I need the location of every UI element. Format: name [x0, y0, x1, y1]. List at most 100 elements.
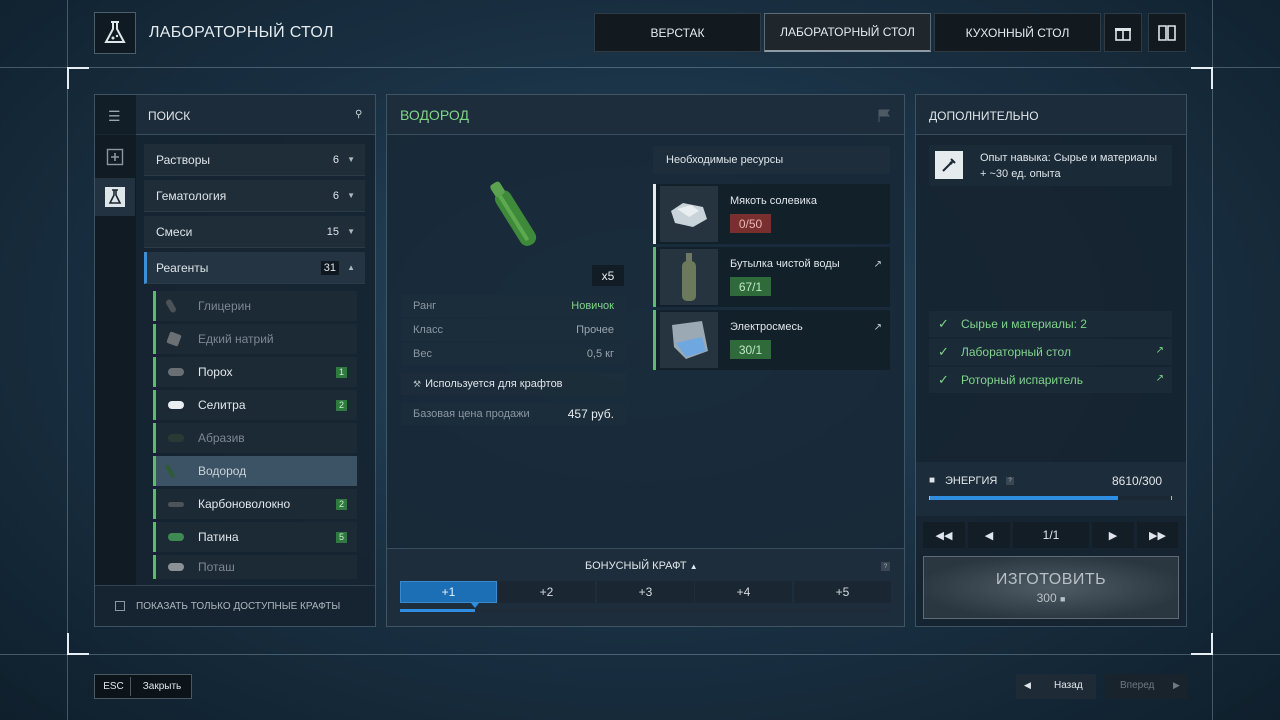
used-for-row[interactable]: ⚒ Используется для крафтов [401, 373, 626, 395]
category-count: 31 [320, 260, 339, 275]
list-item[interactable]: Абразив [153, 423, 357, 453]
frame-line-right [1212, 0, 1213, 720]
item-thumb-icon [168, 434, 184, 442]
help-icon[interactable]: ? [1006, 477, 1014, 485]
external-link-icon[interactable]: ↗ [1156, 345, 1164, 356]
tab-workbench[interactable]: ВЕРСТАК [594, 13, 761, 52]
category-label: Смеси [156, 224, 193, 239]
book-button[interactable] [1148, 13, 1186, 52]
resource-status-bar [653, 310, 656, 370]
bonus-craft-title[interactable]: БОНУСНЫЙ КРАФТ ▲ [585, 560, 698, 572]
resource-card[interactable]: Бутылка чистой воды ↗ 67/1 [653, 247, 890, 307]
resource-qty: 67/1 [730, 277, 771, 296]
resource-status-bar [653, 184, 656, 244]
craft-button[interactable]: ИЗГОТОВИТЬ 300 ■ [923, 556, 1179, 619]
bonus-option[interactable]: +3 [597, 581, 694, 603]
only-available-label: ПОКАЗАТЬ ТОЛЬКО ДОСТУПНЫЕ КРАФТЫ [136, 601, 341, 612]
tab-kitchen-table[interactable]: КУХОННЫЙ СТОЛ [934, 13, 1101, 52]
item-thumb-icon [168, 501, 184, 507]
chevron-down-icon: ▼ [347, 155, 355, 164]
item-label: Абразив [198, 431, 245, 445]
frame-corner [1191, 633, 1213, 655]
help-icon[interactable]: ? [881, 562, 890, 571]
resource-qty: 30/1 [730, 340, 771, 359]
frame-line-left [67, 0, 68, 720]
energy-bar-fill [930, 496, 1118, 500]
prop-value: 0,5 кг [586, 348, 614, 360]
chevron-left-icon: ◀ [984, 529, 994, 542]
chevron-right-icon: ▶ [1173, 680, 1180, 690]
item-label: Карбоноволокно [198, 497, 291, 511]
list-item[interactable]: Патина 5 [153, 522, 357, 552]
search-icon[interactable]: ⚲ [355, 109, 362, 120]
page-indicator: 1/1 [1013, 522, 1089, 548]
category-hematology[interactable]: Гематология 6 ▼ [144, 180, 365, 212]
prop-weight: Вес 0,5 кг [401, 343, 626, 365]
category-reagents[interactable]: Реагенты 31 ▲ [144, 252, 365, 284]
resource-status-bar [653, 247, 656, 307]
list-icon[interactable]: ☰ [108, 108, 121, 125]
bonus-option[interactable]: +4 [695, 581, 792, 603]
list-item[interactable]: Карбоноволокно 2 [153, 489, 357, 519]
additional-title: ДОПОЛНИТЕЛЬНО [929, 109, 1039, 123]
gift-button[interactable] [1104, 13, 1142, 52]
category-mixtures[interactable]: Смеси 15 ▼ [144, 216, 365, 248]
prev-page-button[interactable]: ◀ [968, 522, 1010, 548]
prop-class: Класс Прочее [401, 319, 626, 341]
requirement-row[interactable]: ✓ Лабораторный стол ↗ [929, 339, 1172, 365]
first-page-button[interactable]: ◀◀ [923, 522, 965, 548]
list-item[interactable]: Порох 1 [153, 357, 357, 387]
medkit-icon [106, 148, 124, 166]
item-label: Порох [198, 365, 233, 379]
item-thumb-icon [164, 298, 178, 314]
next-page-button[interactable]: ▶ [1092, 522, 1134, 548]
item-badge: 1 [336, 366, 347, 378]
external-link-icon[interactable]: ↗ [874, 259, 882, 270]
craft-cost: 300 [1036, 590, 1057, 605]
check-icon: ✓ [938, 344, 949, 359]
chevron-down-icon: ▼ [347, 227, 355, 236]
external-link-icon[interactable]: ↗ [1156, 373, 1164, 384]
resource-card[interactable]: Мякоть солевика 0/50 [653, 184, 890, 244]
external-link-icon[interactable]: ↗ [874, 322, 882, 333]
item-thumb-icon [166, 331, 182, 347]
skill-exp-line: Опыт навыка: Сырье и материалы [980, 152, 1157, 164]
item-label: Патина [198, 530, 239, 544]
bonus-option[interactable]: +1 [400, 581, 497, 603]
list-item[interactable]: Едкий натрий [153, 324, 357, 354]
close-label: Закрыть [142, 681, 182, 692]
resource-name: Электросмесь [730, 321, 803, 333]
energy-value: 8610/300 [1112, 474, 1163, 488]
side-tab-chemistry[interactable] [95, 178, 135, 216]
skill-exp-amount: + ~30 ед. опыта [980, 168, 1061, 180]
price-label: Базовая цена продажи [413, 408, 530, 420]
category-solutions[interactable]: Растворы 6 ▼ [144, 144, 365, 176]
requirement-row[interactable]: ✓ Роторный испаритель ↗ [929, 367, 1172, 393]
side-tab-medical[interactable] [95, 138, 135, 176]
frame-line-top [0, 67, 1280, 68]
bookmark-flag-icon[interactable] [877, 109, 891, 126]
tab-lab-table[interactable]: ЛАБОРАТОРНЫЙ СТОЛ [764, 13, 931, 52]
list-item[interactable]: Селитра 2 [153, 390, 357, 420]
list-item[interactable]: Поташ [153, 555, 357, 579]
item-thumb-icon [168, 368, 184, 376]
chemistry-icon [105, 187, 125, 207]
energy-icon: ■ [1059, 593, 1066, 604]
item-badge: 2 [336, 498, 347, 510]
list-item-selected[interactable]: Водород [153, 456, 357, 486]
list-item[interactable]: Глицерин [153, 291, 357, 321]
prop-key: Класс [413, 324, 443, 336]
skill-icon [935, 151, 963, 179]
resource-card[interactable]: Электросмесь ↗ 30/1 [653, 310, 890, 370]
resource-qty: 0/50 [730, 214, 771, 233]
only-available-checkbox[interactable] [115, 601, 125, 611]
category-count: 15 [326, 225, 339, 238]
last-page-button[interactable]: ▶▶ [1137, 522, 1178, 548]
item-label: Поташ [198, 560, 235, 574]
bonus-option[interactable]: +5 [794, 581, 891, 603]
bonus-option[interactable]: +2 [498, 581, 595, 603]
frame-line-bottom [0, 654, 1280, 655]
used-for-label: Используется для крафтов [425, 378, 563, 390]
check-icon: ✓ [938, 372, 949, 387]
chevron-up-icon: ▲ [347, 263, 355, 272]
